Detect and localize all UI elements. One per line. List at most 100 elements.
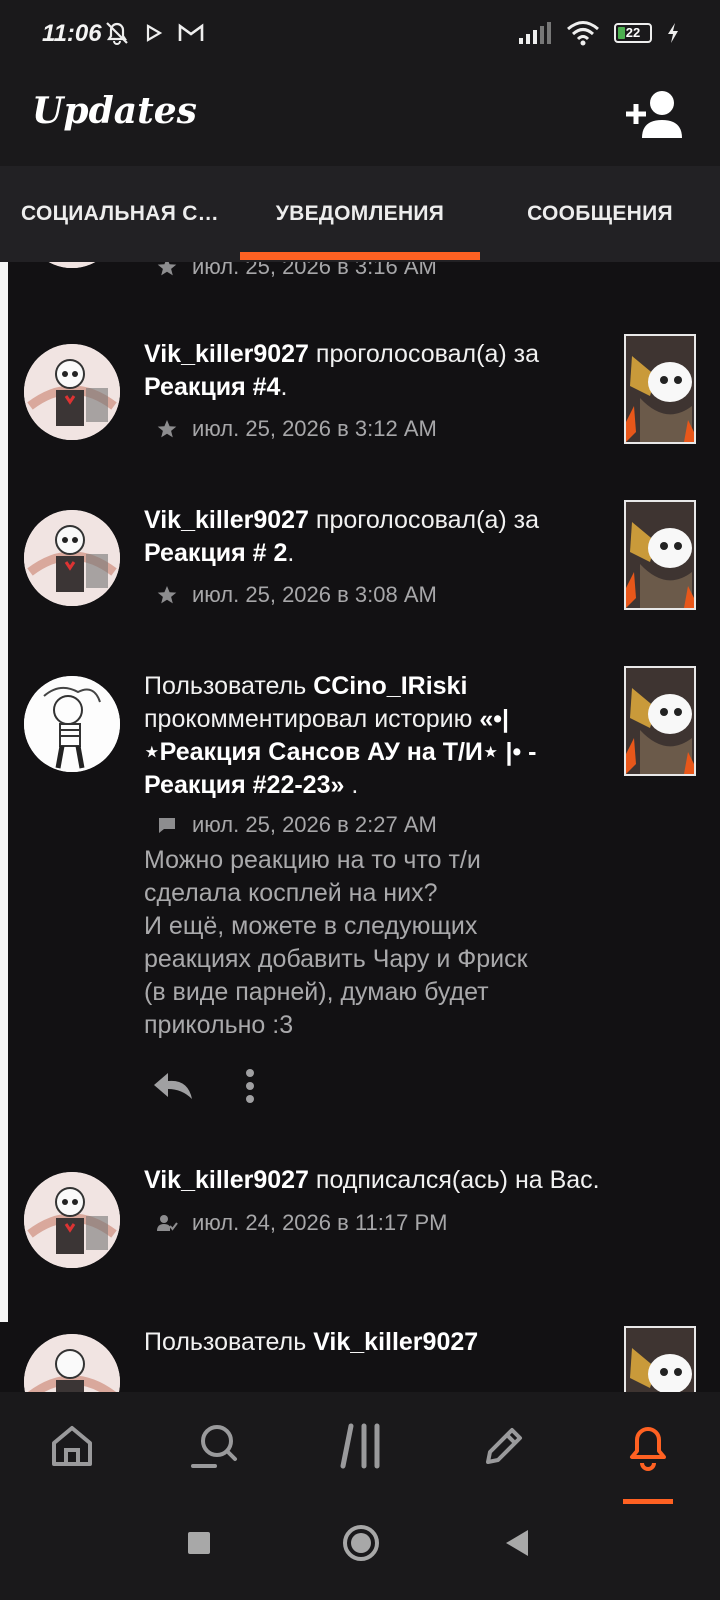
story-cover-thumbnail[interactable] (624, 500, 696, 610)
nav-library[interactable] (332, 1416, 392, 1476)
search-icon (191, 1425, 237, 1468)
play-icon (146, 24, 163, 42)
app-bar: Updates (0, 70, 720, 166)
avatar-image (24, 344, 120, 440)
timestamp: июл. 24, 2026 в 11:17 PM (192, 1210, 448, 1235)
story-cover-image (626, 336, 694, 442)
page-title: Updates (32, 90, 197, 132)
recent-apps-icon[interactable] (186, 1530, 212, 1556)
tab-notifications[interactable]: УВЕДОМЛЕНИЯ (240, 166, 480, 262)
notification-item[interactable]: Пользователь CCino_IRiski прокомментиров… (0, 664, 720, 1134)
pencil-icon (486, 1428, 522, 1464)
notification-meta: июл. 24, 2026 в 11:17 PM (156, 1210, 447, 1236)
avatar[interactable] (24, 344, 120, 440)
story-cover-image (626, 502, 694, 608)
comment-icon (159, 818, 175, 833)
notification-feed[interactable]: июл. 25, 2026 в 3:16 AM Vik_killer9027 п… (0, 262, 720, 1392)
story-cover-thumbnail[interactable] (624, 334, 696, 444)
prefix-text: Пользователь (144, 672, 314, 700)
prefix-text: Пользователь (144, 1328, 314, 1356)
timestamp: июл. 25, 2026 в 3:08 AM (192, 582, 437, 607)
avatar[interactable] (24, 510, 120, 606)
action-text: подписался(ась) на Вас. (308, 1166, 600, 1194)
story-link[interactable]: Реакция # 2 (144, 539, 287, 567)
avatar[interactable] (24, 1334, 120, 1392)
suffix-text: . (287, 539, 295, 567)
notification-text: Vik_killer9027 проголосовал(а) за Реакци… (144, 338, 614, 404)
home-circle-icon[interactable] (342, 1524, 380, 1562)
story-cover-image (626, 668, 694, 774)
comment-actions (150, 1068, 256, 1104)
avatar[interactable] (24, 262, 120, 268)
username-link[interactable]: Vik_killer9027 (144, 340, 309, 368)
action-text: проголосовал(а) за (308, 340, 539, 368)
avatar-image (24, 676, 120, 772)
status-time: 11:06 (42, 20, 102, 47)
home-icon (52, 1426, 92, 1466)
system-navigation (0, 1504, 720, 1600)
avatar-image (24, 1172, 120, 1268)
username-link[interactable]: CCino_IRiski (313, 672, 467, 700)
battery-icon: 22 (614, 23, 652, 43)
notification-text: Vik_killer9027 проголосовал(а) за Реакци… (144, 504, 614, 570)
star-icon (157, 586, 177, 604)
action-text: проголосовал(а) за (308, 506, 539, 534)
notification-text: Пользователь Vik_killer9027 (144, 1326, 614, 1359)
add-friend-icon[interactable] (624, 86, 684, 142)
library-icon (340, 1423, 380, 1469)
active-tab-indicator (240, 252, 480, 260)
avatar-image (24, 510, 120, 606)
nav-search[interactable] (184, 1416, 244, 1476)
wifi-icon (567, 21, 599, 46)
tab-social[interactable]: СОЦИАЛЬНАЯ С… (0, 166, 240, 262)
avatar-image (24, 1334, 120, 1392)
nav-notifications[interactable] (618, 1416, 678, 1476)
bell-muted-icon (106, 22, 128, 45)
story-cover-thumbnail[interactable] (624, 666, 696, 776)
reply-icon[interactable] (150, 1069, 196, 1103)
username-link[interactable]: Vik_killer9027 (144, 506, 309, 534)
avatar[interactable] (24, 676, 120, 772)
notification-text: Vik_killer9027 подписался(ась) на Вас. (144, 1164, 704, 1197)
signal-icon (519, 22, 551, 44)
notification-item[interactable]: Vik_killer9027 проголосовал(а) за Реакци… (0, 332, 720, 472)
notification-meta: июл. 25, 2026 в 3:12 AM (156, 416, 437, 442)
suffix-text: . (344, 771, 359, 799)
story-cover-image (626, 1328, 694, 1392)
action-text: прокомментировал историю (144, 705, 480, 733)
status-right-icons: 22 (518, 20, 680, 46)
back-triangle-icon[interactable] (504, 1528, 530, 1558)
status-bar: 11:06 22 (0, 0, 720, 70)
bell-icon (630, 1427, 666, 1471)
avatar[interactable] (24, 1172, 120, 1268)
notification-item[interactable]: Пользователь Vik_killer9027 (0, 1322, 720, 1392)
timestamp: июл. 25, 2026 в 3:12 AM (192, 416, 437, 441)
notification-item[interactable]: Vik_killer9027 проголосовал(а) за Реакци… (0, 498, 720, 638)
star-icon (157, 420, 177, 438)
timestamp: июл. 25, 2026 в 3:16 AM (192, 262, 437, 279)
more-options-icon[interactable] (244, 1068, 256, 1104)
tab-bar: СОЦИАЛЬНАЯ С… УВЕДОМЛЕНИЯ СООБЩЕНИЯ (0, 166, 720, 262)
username-link[interactable]: Vik_killer9027 (144, 1166, 309, 1194)
notification-text: Пользователь CCino_IRiski прокомментиров… (144, 670, 614, 802)
username-link[interactable]: Vik_killer9027 (313, 1328, 478, 1356)
battery-level: 22 (625, 25, 641, 40)
nav-write[interactable] (474, 1416, 534, 1476)
timestamp: июл. 25, 2026 в 2:27 AM (192, 812, 437, 837)
notification-item[interactable]: июл. 25, 2026 в 3:16 AM (0, 262, 720, 292)
avatar-image (24, 262, 120, 268)
status-left-icons (104, 20, 204, 46)
story-cover-thumbnail[interactable] (624, 1326, 696, 1392)
suffix-text: . (280, 373, 288, 401)
notification-item[interactable]: Vik_killer9027 подписался(ась) на Вас. и… (0, 1166, 720, 1290)
tab-messages[interactable]: СООБЩЕНИЯ (480, 166, 720, 262)
notification-meta: июл. 25, 2026 в 3:08 AM (156, 582, 437, 608)
story-link[interactable]: Реакция #4 (144, 373, 280, 401)
nav-home[interactable] (42, 1416, 102, 1476)
mail-icon (178, 23, 204, 41)
notification-meta: июл. 25, 2026 в 2:27 AM (156, 812, 437, 838)
notification-meta: июл. 25, 2026 в 3:16 AM (156, 262, 437, 280)
follow-icon (157, 1215, 178, 1231)
bottom-navigation (0, 1392, 720, 1504)
star-icon (157, 262, 177, 276)
